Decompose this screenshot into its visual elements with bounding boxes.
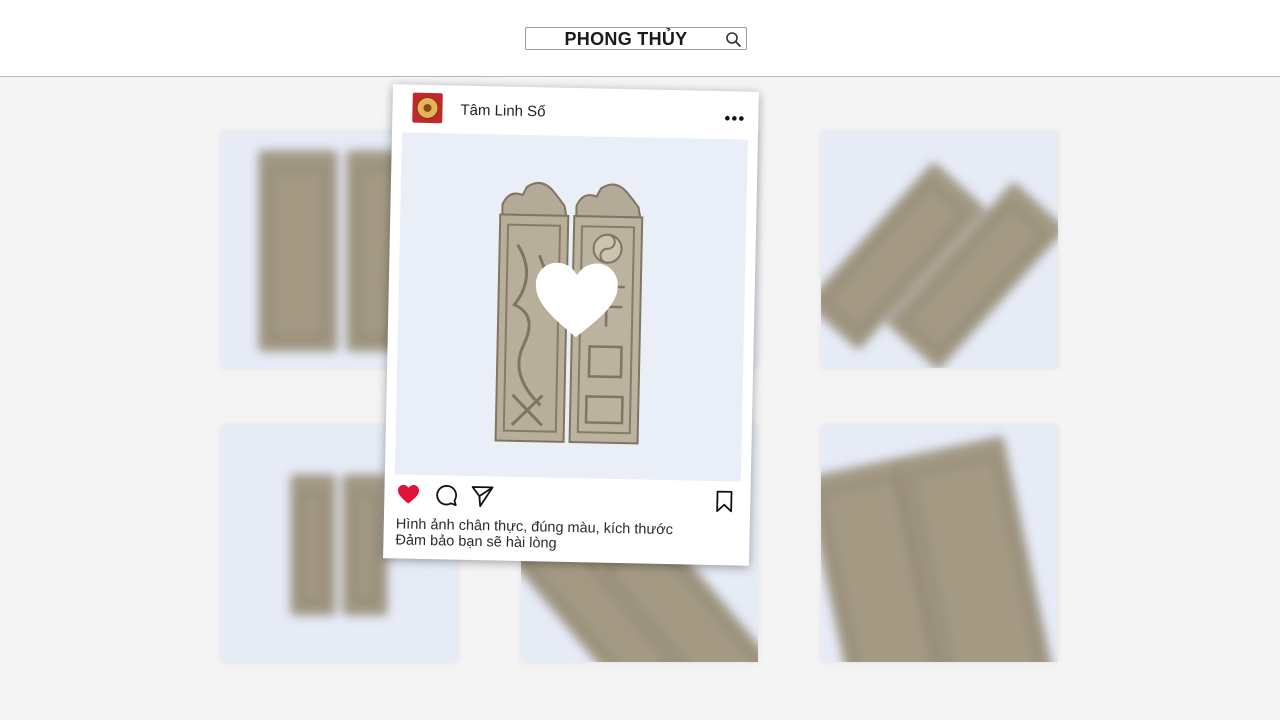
post-actions bbox=[394, 482, 741, 517]
like-heart-icon[interactable] bbox=[396, 482, 420, 506]
search-box[interactable]: PHONG THỦY bbox=[525, 27, 747, 50]
search-icon[interactable] bbox=[725, 31, 742, 48]
post-username[interactable]: Tâm Linh Số bbox=[460, 102, 545, 121]
search-query[interactable]: PHONG THỦY bbox=[526, 28, 726, 51]
more-options-icon[interactable] bbox=[724, 115, 744, 121]
header-bar: PHONG THỦY bbox=[0, 0, 1280, 77]
comment-icon[interactable] bbox=[434, 483, 458, 507]
gallery-tile-top-right[interactable] bbox=[821, 131, 1058, 368]
avatar[interactable] bbox=[412, 92, 443, 124]
heart-overlay-icon bbox=[535, 262, 618, 338]
post-image[interactable] bbox=[394, 132, 748, 482]
bookmark-icon[interactable] bbox=[712, 489, 736, 513]
post-card: Tâm Linh Số Hình ảnh chân thực, đúng màu… bbox=[383, 84, 759, 566]
gallery-tile-bottom-right[interactable] bbox=[821, 425, 1058, 662]
share-send-icon[interactable] bbox=[470, 484, 494, 508]
post-caption: Hình ảnh chân thực, đúng màu, kích thước… bbox=[395, 516, 736, 555]
bagua-logo-icon bbox=[416, 96, 439, 120]
